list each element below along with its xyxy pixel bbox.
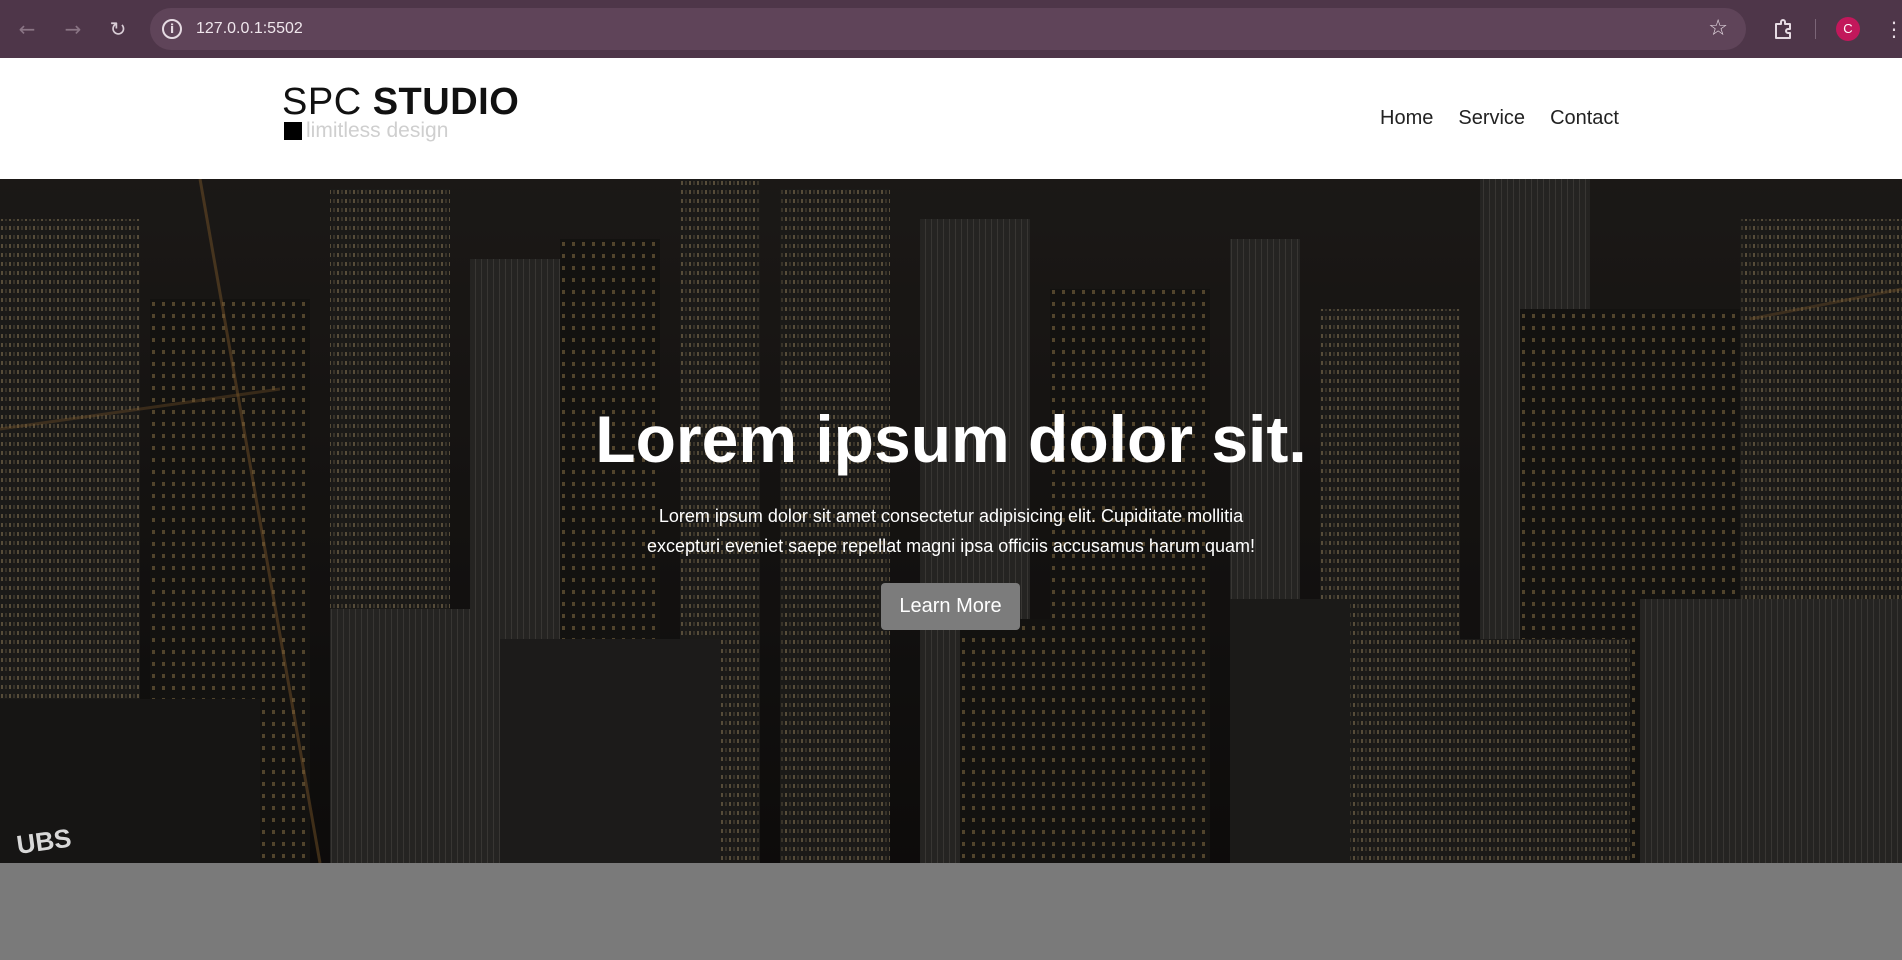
nav-service-link[interactable]: Service xyxy=(1458,106,1525,130)
logo-brand-light: SPC xyxy=(282,81,362,123)
kebab-menu-icon[interactable]: ⋮ xyxy=(1884,14,1902,44)
logo-square-icon xyxy=(284,122,302,140)
learn-more-button[interactable]: Learn More xyxy=(881,583,1020,630)
back-icon[interactable]: ← xyxy=(12,14,42,44)
site-header: SPC STUDIO limitless design Home Service… xyxy=(0,58,1902,179)
logo-wordmark: SPC STUDIO xyxy=(282,82,519,122)
next-section xyxy=(0,863,1902,960)
forward-icon[interactable]: → xyxy=(58,14,88,44)
bookmark-star-icon[interactable]: ☆ xyxy=(1708,15,1728,43)
hero-section: UBS Lorem ipsum dolor sit. Lorem ipsum d… xyxy=(0,179,1902,863)
hero-description: Lorem ipsum dolor sit amet consectetur a… xyxy=(647,506,1255,556)
site-logo[interactable]: SPC STUDIO limitless design xyxy=(282,82,519,142)
profile-avatar[interactable]: C xyxy=(1836,17,1860,41)
url-text[interactable]: 127.0.0.1:5502 xyxy=(196,19,303,39)
main-nav: Home Service Contact xyxy=(1380,106,1619,130)
address-bar[interactable]: i 127.0.0.1:5502 ☆ xyxy=(150,8,1746,50)
extensions-icon[interactable] xyxy=(1768,14,1798,44)
reload-icon[interactable]: ↻ xyxy=(103,14,133,44)
nav-contact-link[interactable]: Contact xyxy=(1550,106,1619,130)
hero-title: Lorem ipsum dolor sit. xyxy=(595,402,1307,476)
logo-brand-bold: STUDIO xyxy=(372,81,520,123)
browser-toolbar: ← → ↻ i 127.0.0.1:5502 ☆ C ⋮ xyxy=(0,0,1902,58)
nav-home-link[interactable]: Home xyxy=(1380,106,1433,130)
toolbar-divider xyxy=(1815,19,1816,39)
hero-content: Lorem ipsum dolor sit. Lorem ipsum dolor… xyxy=(0,179,1902,863)
logo-tagline: limitless design xyxy=(306,119,449,142)
site-info-icon[interactable]: i xyxy=(162,19,182,39)
